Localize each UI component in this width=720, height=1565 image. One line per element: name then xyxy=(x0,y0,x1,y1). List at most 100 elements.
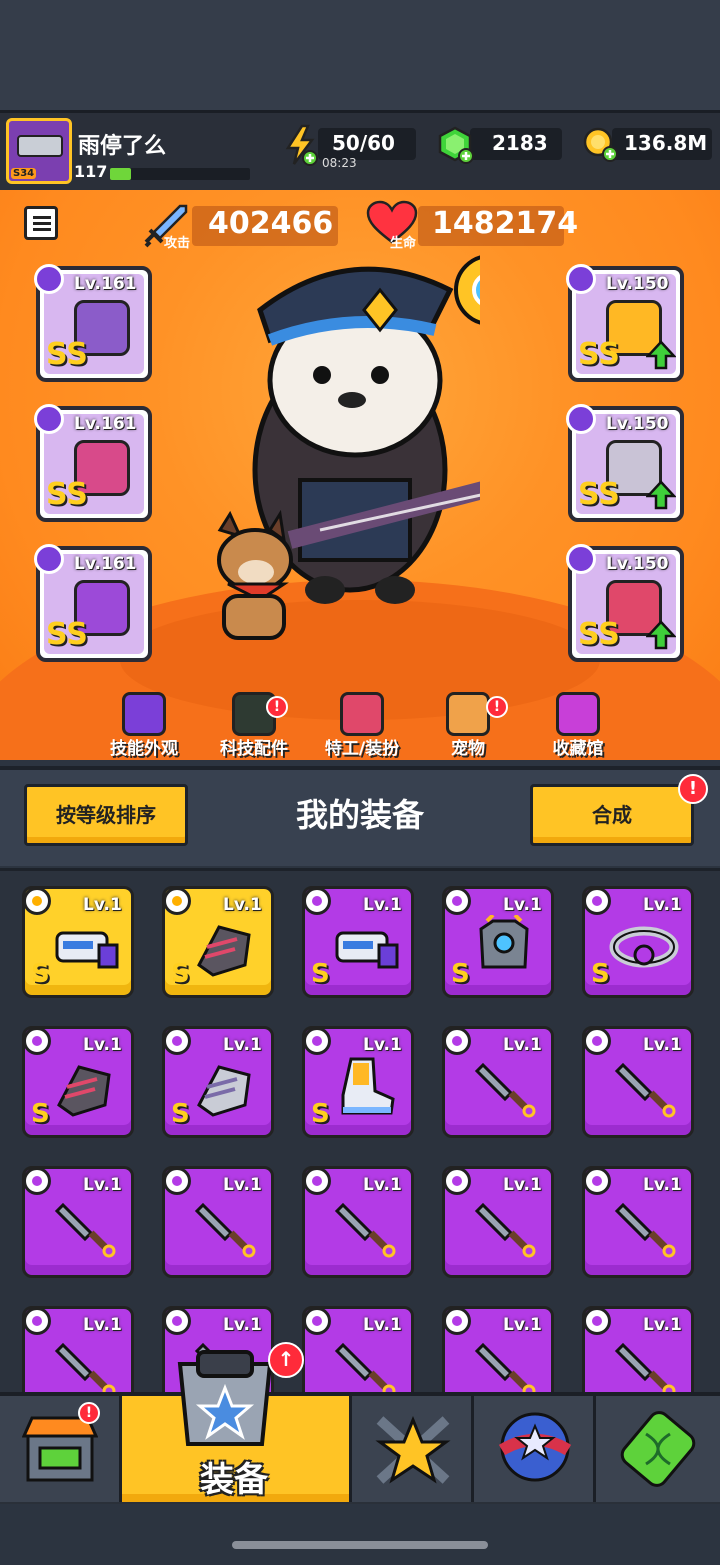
item-type-icon xyxy=(303,1167,331,1195)
nav-shop[interactable]: ! xyxy=(0,1396,122,1502)
item-level: Lv.1 xyxy=(503,1175,542,1195)
avatar-badge: S34 xyxy=(11,168,37,179)
star-orb-icon xyxy=(498,1412,572,1482)
kunai-icon xyxy=(474,1202,536,1258)
item-level: Lv.1 xyxy=(83,1035,122,1055)
item-level: Lv.1 xyxy=(363,1035,402,1055)
item-type-icon xyxy=(163,1167,191,1195)
kunai-icon xyxy=(474,1062,536,1118)
tab-tech-parts[interactable]: 科技配件 ! xyxy=(204,692,304,759)
item-type-icon xyxy=(23,1027,51,1055)
equipment-item[interactable]: Lv.1 xyxy=(582,1026,694,1138)
energy-value: 50/60 xyxy=(332,131,395,155)
equipment-item[interactable]: Lv.1 S xyxy=(302,886,414,998)
equipment-item[interactable]: Lv.1 xyxy=(22,1166,134,1278)
upgrade-arrow-icon xyxy=(646,480,676,510)
attack-label: 攻击 xyxy=(164,236,191,251)
item-type-icon xyxy=(583,887,611,915)
hp-value: 1482174 xyxy=(432,206,579,241)
gloves-type-icon xyxy=(34,544,64,574)
skill-skin-icon xyxy=(122,692,166,736)
hp-label: 生命 xyxy=(390,236,417,251)
item-level: Lv.1 xyxy=(643,1315,682,1335)
xp-bar xyxy=(110,168,250,180)
item-type-icon xyxy=(303,1307,331,1335)
item-level: Lv.1 xyxy=(503,895,542,915)
blaster-icon xyxy=(335,931,399,969)
item-level: Lv.1 xyxy=(643,895,682,915)
equipment-item[interactable]: Lv.1 xyxy=(442,1166,554,1278)
gem-icon[interactable] xyxy=(436,126,474,164)
player-avatar[interactable]: S34 xyxy=(6,118,72,184)
equipment-item[interactable]: Lv.1 S xyxy=(22,886,134,998)
status-bar-area xyxy=(0,0,720,110)
item-type-icon xyxy=(163,1307,191,1335)
item-grade: S xyxy=(171,959,190,989)
item-type-icon xyxy=(583,1027,611,1055)
item-grade: S xyxy=(31,1099,50,1129)
item-type-icon xyxy=(443,887,471,915)
pet-icon xyxy=(446,692,490,736)
coin-icon[interactable] xyxy=(582,126,618,162)
equipment-item[interactable]: Lv.1 xyxy=(162,1166,274,1278)
item-type-icon xyxy=(23,887,51,915)
coin-value: 136.8M xyxy=(624,131,708,155)
item-level: Lv.1 xyxy=(223,1175,262,1195)
necklace-type-icon xyxy=(34,404,64,434)
nav-lab[interactable] xyxy=(596,1396,720,1502)
tab-skill-skins[interactable]: 技能外观 xyxy=(94,692,194,759)
synthesize-button[interactable]: 合成 xyxy=(530,784,694,846)
nav-orbs[interactable] xyxy=(474,1396,596,1502)
item-grade: S xyxy=(171,1099,190,1129)
kunai-icon xyxy=(614,1062,676,1118)
equipment-item[interactable]: Lv.1 S xyxy=(22,1026,134,1138)
equipment-item[interactable]: Lv.1 S xyxy=(162,886,274,998)
tab-agent-outfit[interactable]: 特工/装扮 xyxy=(312,692,412,759)
nav-equipment-label: 装备 xyxy=(200,1460,268,1500)
item-grade: S xyxy=(311,959,330,989)
list-menu-icon[interactable] xyxy=(24,206,58,240)
item-type-icon xyxy=(23,1167,51,1195)
boots-icon xyxy=(341,1057,395,1115)
item-level: Lv.1 xyxy=(83,895,122,915)
gem-value: 2183 xyxy=(492,131,548,155)
kunai-icon xyxy=(54,1202,116,1258)
slot-level: Lv.161 xyxy=(74,414,137,434)
equipment-item[interactable]: Lv.1 S xyxy=(162,1026,274,1138)
belt-slot[interactable]: Lv.150 SS xyxy=(566,404,684,522)
equipment-item[interactable]: Lv.1 S xyxy=(582,886,694,998)
weapon-type-icon xyxy=(34,264,64,294)
kunai-icon xyxy=(614,1202,676,1258)
slot-grade: SS xyxy=(46,477,88,512)
slot-grade: SS xyxy=(578,337,620,372)
armor-slot[interactable]: Lv.150 SS xyxy=(566,264,684,382)
slot-grade: SS xyxy=(578,617,620,652)
tab-collection[interactable]: 收藏馆 xyxy=(528,692,628,759)
armor-type-icon xyxy=(566,264,596,294)
upgrade-arrow-icon xyxy=(646,340,676,370)
necklace-slot[interactable]: Lv.161 SS xyxy=(34,404,152,522)
equipment-item[interactable]: Lv.1 xyxy=(582,1166,694,1278)
equipment-item[interactable]: Lv.1 xyxy=(442,1026,554,1138)
item-level: Lv.1 xyxy=(643,1175,682,1195)
equipment-item[interactable]: Lv.1 xyxy=(302,1166,414,1278)
weapon-slot[interactable]: Lv.161 SS xyxy=(34,264,152,382)
equipment-item[interactable]: Lv.1 S xyxy=(302,1026,414,1138)
item-level: Lv.1 xyxy=(363,895,402,915)
gauntlet-icon xyxy=(57,1065,111,1117)
item-type-icon xyxy=(303,1027,331,1055)
nav-talent[interactable] xyxy=(352,1396,474,1502)
upgrade-badge: ↑ xyxy=(268,1342,304,1378)
gauntlet-icon xyxy=(197,925,251,977)
equipment-icon xyxy=(177,1350,273,1446)
sort-by-level-button[interactable]: 按等级排序 xyxy=(24,784,188,846)
gloves-slot[interactable]: Lv.161 SS xyxy=(34,544,152,662)
shop-badge: ! xyxy=(78,1402,100,1424)
equipment-item[interactable]: Lv.1 S xyxy=(442,886,554,998)
tab-pets[interactable]: 宠物 ! xyxy=(418,692,518,759)
home-indicator[interactable] xyxy=(232,1541,488,1549)
energy-bolt-icon[interactable] xyxy=(282,124,318,166)
xp-fill xyxy=(110,168,131,180)
boots-slot[interactable]: Lv.150 SS xyxy=(566,544,684,662)
item-grade: S xyxy=(591,959,610,989)
